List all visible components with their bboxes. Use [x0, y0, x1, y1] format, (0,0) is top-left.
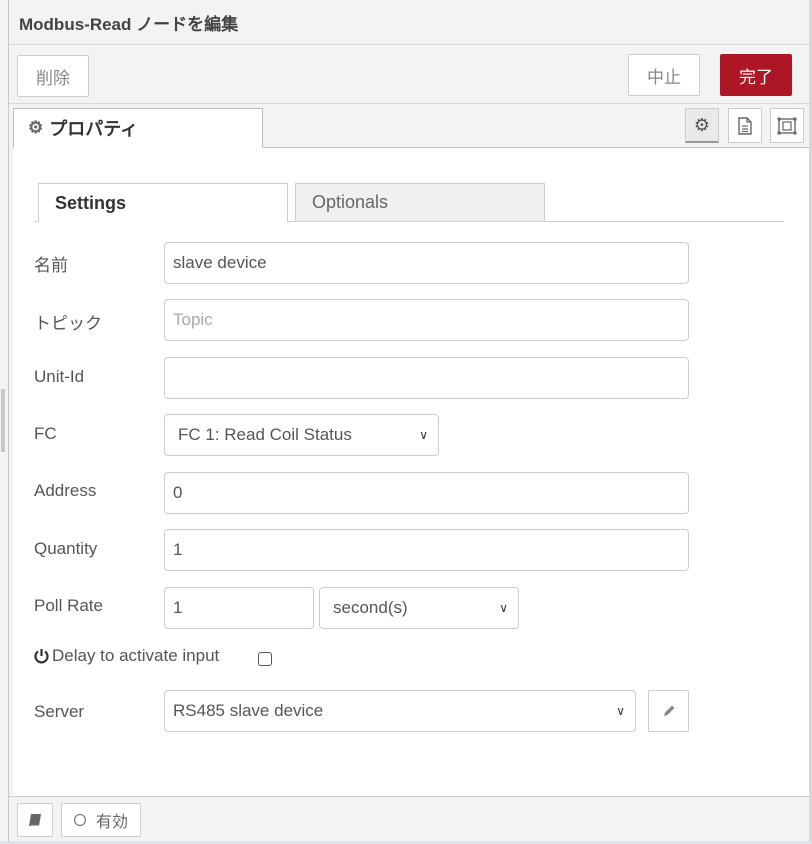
divider: [9, 44, 812, 45]
tab-settings[interactable]: Settings: [38, 183, 288, 223]
book-icon: [29, 813, 41, 826]
power-icon: [34, 649, 49, 664]
done-button[interactable]: 完了: [720, 54, 792, 96]
divider: [9, 796, 812, 797]
topic-label: トピック: [34, 314, 102, 333]
gear-icon: ⚙: [693, 114, 711, 135]
address-input[interactable]: 0: [164, 472, 689, 514]
delay-checkbox[interactable]: [258, 652, 272, 666]
unit-id-label: Unit-Id: [34, 367, 85, 386]
name-input[interactable]: slave device: [164, 242, 689, 284]
poll-rate-label: Poll Rate: [34, 596, 103, 615]
node-appearance-tab[interactable]: [770, 108, 804, 143]
node-help-button[interactable]: [17, 803, 53, 837]
server-select-value: RS485 slave device: [173, 701, 324, 720]
divider: [9, 103, 812, 104]
document-icon: [738, 116, 752, 135]
server-label: Server: [34, 702, 85, 721]
edit-server-button[interactable]: [648, 690, 689, 732]
sidebar-resize-gutter[interactable]: [0, 0, 9, 844]
delete-button[interactable]: 削除: [17, 55, 89, 97]
poll-rate-unit-select[interactable]: second(s) ∨: [319, 587, 519, 629]
unit-id-input[interactable]: [164, 357, 689, 399]
pencil-icon: [663, 705, 674, 716]
poll-rate-unit-value: second(s): [333, 598, 408, 617]
delay-label-text: Delay to activate input: [52, 646, 220, 665]
node-settings-tab[interactable]: ⚙: [685, 108, 719, 143]
enable-label: 有効: [95, 814, 128, 831]
chevron-down-icon: ∨: [616, 704, 625, 718]
name-label: 名前: [34, 256, 68, 275]
address-label: Address: [34, 481, 97, 500]
enable-toggle-button[interactable]: 有効: [61, 803, 141, 837]
appearance-icon: [777, 117, 797, 134]
fc-select-value: FC 1: Read Coil Status: [178, 425, 352, 444]
cancel-button[interactable]: 中止: [628, 54, 700, 96]
fc-select[interactable]: FC 1: Read Coil Status ∨: [164, 414, 439, 456]
delay-label: Delay to activate input: [34, 646, 219, 666]
resize-handle[interactable]: [1, 389, 5, 452]
fc-label: FC: [34, 424, 57, 443]
tab-optionals[interactable]: Optionals: [295, 183, 545, 222]
quantity-input[interactable]: 1: [164, 529, 689, 571]
circle-icon: [73, 814, 86, 826]
gear-icon: ⚙: [28, 118, 44, 137]
tab-properties[interactable]: ⚙ プロパティ: [13, 108, 263, 148]
server-select[interactable]: RS485 slave device ∨: [164, 690, 636, 732]
edit-tray: Modbus-Read ノードを編集 削除 中止 完了 ⚙ プロパティ ⚙ Se…: [9, 0, 812, 844]
tab-properties-label: プロパティ: [49, 119, 139, 139]
quantity-label: Quantity: [34, 539, 98, 558]
chevron-down-icon: ∨: [499, 601, 508, 615]
topic-input[interactable]: Topic: [164, 299, 689, 341]
chevron-down-icon: ∨: [419, 428, 428, 442]
tray-title: Modbus-Read ノードを編集: [19, 15, 239, 34]
node-description-tab[interactable]: [728, 108, 762, 143]
poll-rate-input[interactable]: 1: [164, 587, 314, 629]
